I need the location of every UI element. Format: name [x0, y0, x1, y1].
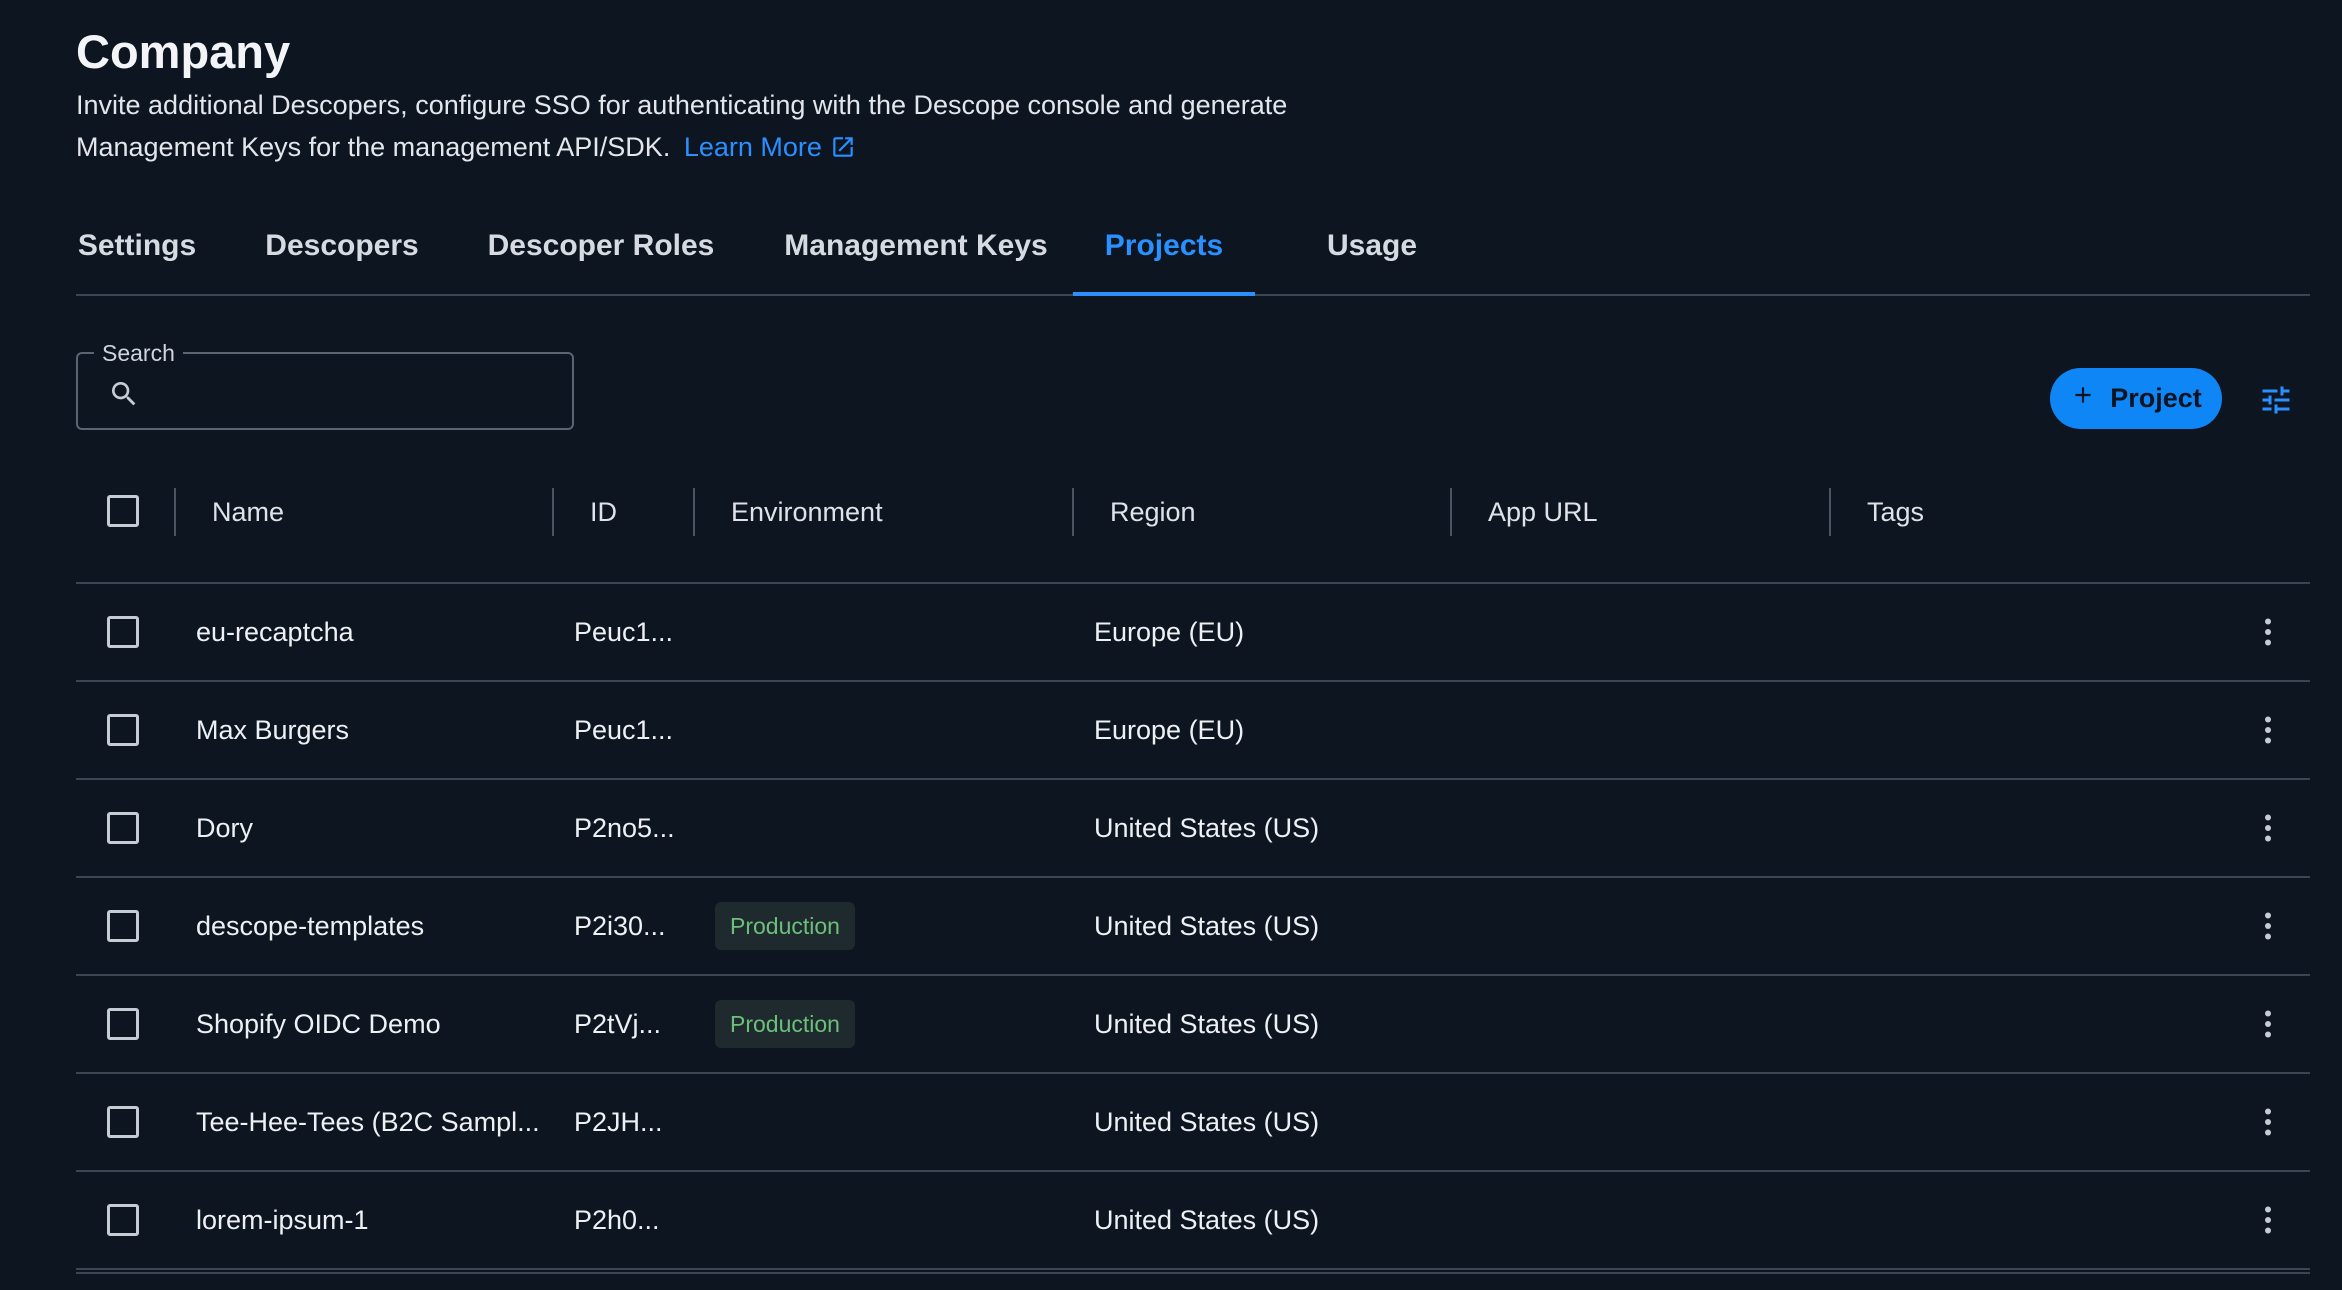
- more-vertical-icon[interactable]: [2250, 712, 2286, 753]
- project-region: United States (US): [1094, 1009, 1320, 1039]
- row-checkbox[interactable]: [107, 1204, 139, 1236]
- page-title: Company: [76, 25, 291, 78]
- table-row[interactable]: lorem-ipsum-1 P2h0... United States (US): [76, 1172, 2310, 1270]
- project-region: Europe (EU): [1094, 617, 1245, 647]
- column-separator: [174, 488, 176, 536]
- table-row[interactable]: descope-templates P2i30... Production Un…: [76, 878, 2310, 976]
- row-checkbox[interactable]: [107, 714, 139, 746]
- column-header-id[interactable]: ID: [590, 466, 617, 582]
- project-name[interactable]: Tee-Hee-Tees (B2C Sampl...: [196, 1074, 616, 1170]
- row-checkbox[interactable]: [107, 910, 139, 942]
- table-row[interactable]: Dory P2no5... United States (US): [76, 780, 2310, 878]
- search-label: Search: [94, 340, 183, 367]
- row-checkbox[interactable]: [107, 616, 139, 648]
- tab-descopers[interactable]: Descopers: [264, 212, 420, 294]
- environment-badge: Production: [715, 1000, 855, 1048]
- tab-descoper-roles[interactable]: Descoper Roles: [486, 212, 716, 294]
- row-checkbox[interactable]: [107, 1008, 139, 1040]
- project-name[interactable]: lorem-ipsum-1: [196, 1172, 616, 1268]
- tab-management-keys[interactable]: Management Keys: [782, 212, 1050, 294]
- search-input[interactable]: [154, 370, 558, 416]
- project-name[interactable]: descope-templates: [196, 878, 616, 974]
- page-description: Invite additional Descopers, configure S…: [76, 84, 1336, 172]
- table-header: Name ID Environment Region App URL Tags: [76, 466, 2310, 584]
- row-checkbox[interactable]: [107, 1106, 139, 1138]
- more-vertical-icon[interactable]: [2250, 614, 2286, 655]
- row-checkbox[interactable]: [107, 812, 139, 844]
- external-link-icon: [830, 130, 856, 172]
- project-region: United States (US): [1094, 1205, 1320, 1235]
- project-name[interactable]: eu-recaptcha: [196, 584, 616, 680]
- project-id: Peuc1...: [574, 617, 674, 647]
- project-id: P2i30...: [574, 911, 666, 941]
- column-separator: [1450, 488, 1452, 536]
- table-row[interactable]: Tee-Hee-Tees (B2C Sampl... P2JH... Unite…: [76, 1074, 2310, 1172]
- column-separator: [1072, 488, 1074, 536]
- column-header-environment[interactable]: Environment: [731, 466, 883, 582]
- learn-more-link[interactable]: Learn More: [684, 132, 856, 162]
- more-vertical-icon[interactable]: [2250, 1202, 2286, 1243]
- column-header-app-url[interactable]: App URL: [1488, 466, 1598, 582]
- column-settings-button[interactable]: [2258, 382, 2294, 423]
- project-region: Europe (EU): [1094, 715, 1245, 745]
- project-id: P2no5...: [574, 813, 675, 843]
- more-vertical-icon[interactable]: [2250, 1104, 2286, 1145]
- search-icon: [108, 378, 140, 415]
- more-vertical-icon[interactable]: [2250, 908, 2286, 949]
- project-region: United States (US): [1094, 813, 1320, 843]
- tab-usage[interactable]: Usage: [1300, 212, 1444, 294]
- project-id: Peuc1...: [574, 715, 674, 745]
- project-id: P2JH...: [574, 1107, 663, 1137]
- select-all-checkbox[interactable]: [107, 495, 139, 527]
- table-bottom-border: [76, 1272, 2310, 1274]
- project-id: P2h0...: [574, 1205, 660, 1235]
- project-name[interactable]: Dory: [196, 780, 616, 876]
- project-region: United States (US): [1094, 911, 1320, 941]
- column-header-region[interactable]: Region: [1110, 466, 1196, 582]
- add-project-label: Project: [2110, 383, 2202, 413]
- project-name[interactable]: Shopify OIDC Demo: [196, 976, 616, 1072]
- table-row[interactable]: eu-recaptcha Peuc1... Europe (EU): [76, 584, 2310, 682]
- column-separator: [552, 488, 554, 536]
- tab-bar: Settings Descopers Descoper Roles Manage…: [76, 212, 2310, 296]
- plus-icon: [2070, 382, 2096, 415]
- tab-projects[interactable]: Projects: [1073, 212, 1255, 296]
- table-row[interactable]: Shopify OIDC Demo P2tVj... Production Un…: [76, 976, 2310, 1074]
- add-project-button[interactable]: Project: [2050, 368, 2222, 429]
- project-name[interactable]: Max Burgers: [196, 682, 616, 778]
- column-separator: [1829, 488, 1831, 536]
- projects-table: Name ID Environment Region App URL Tags …: [76, 466, 2310, 1274]
- column-header-name[interactable]: Name: [212, 466, 284, 582]
- project-id: P2tVj...: [574, 1009, 662, 1039]
- more-vertical-icon[interactable]: [2250, 810, 2286, 851]
- more-vertical-icon[interactable]: [2250, 1006, 2286, 1047]
- environment-badge: Production: [715, 902, 855, 950]
- learn-more-label: Learn More: [683, 132, 822, 162]
- project-region: United States (US): [1094, 1107, 1320, 1137]
- column-header-tags[interactable]: Tags: [1867, 466, 1924, 582]
- search-field[interactable]: Search: [76, 340, 574, 430]
- description-text: Invite additional Descopers, configure S…: [76, 90, 1288, 162]
- table-row[interactable]: Max Burgers Peuc1... Europe (EU): [76, 682, 2310, 780]
- column-separator: [693, 488, 695, 536]
- tune-icon: [2258, 386, 2294, 422]
- tab-settings[interactable]: Settings: [76, 212, 198, 294]
